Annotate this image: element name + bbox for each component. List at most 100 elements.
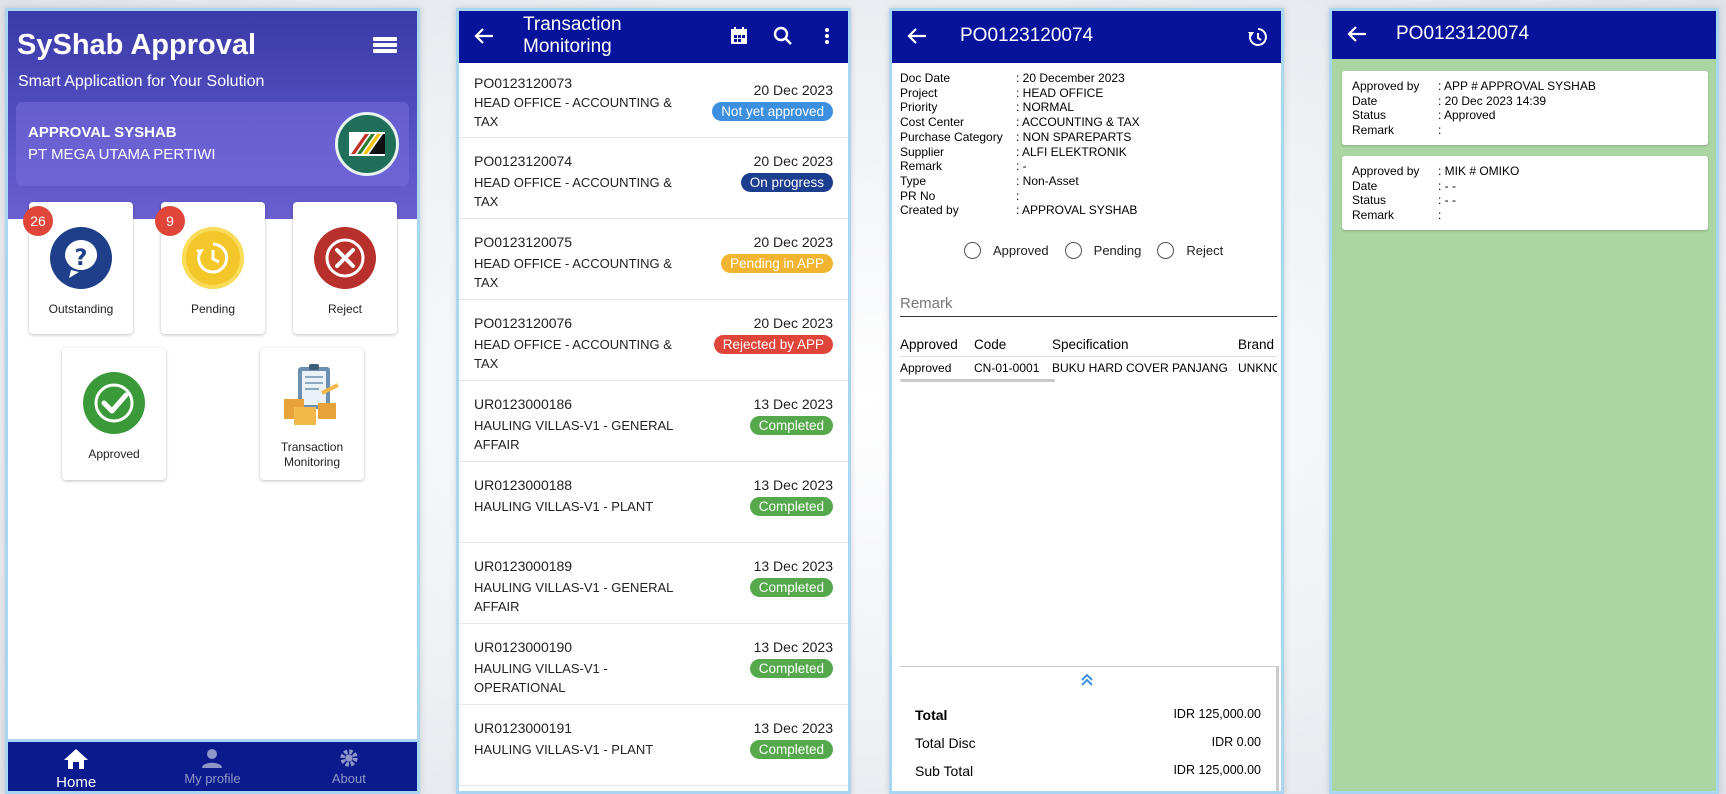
history-key: Status [1352, 193, 1387, 208]
list-menu-icon[interactable] [373, 37, 397, 57]
tile-approved[interactable]: Approved [62, 348, 166, 480]
field-value: : ACCOUNTING & TAX [1016, 115, 1140, 130]
transaction-row[interactable]: UR0123000190 HAULING VILLAS-V1 - OPERATIO… [459, 625, 848, 705]
double-chevron-up-icon[interactable] [1080, 673, 1094, 687]
transaction-row[interactable]: PO0123120073 HEAD OFFICE - ACCOUNTING & T… [459, 58, 848, 138]
person-icon [202, 749, 223, 768]
nav-home[interactable]: Home [8, 742, 144, 791]
cell-spec: BUKU HARD COVER PANJANG [1052, 361, 1228, 375]
transaction-date: 13 Dec 2023 [753, 396, 833, 412]
tile-reject[interactable]: Reject [293, 202, 397, 334]
detail-field: Supplier: ALFI ELEKTRONIK [900, 145, 1127, 160]
total-row: Sub Total IDR 125,000.00 [915, 763, 1261, 779]
transaction-row[interactable]: UR0123000189 HAULING VILLAS-V1 - GENERAL … [459, 544, 848, 624]
status-badge: Completed [749, 578, 833, 597]
history-line: Date: - - [1352, 179, 1698, 194]
nav-my-profile[interactable]: My profile [144, 742, 280, 791]
transaction-description: HEAD OFFICE - ACCOUNTING & TAX [474, 95, 672, 129]
field-key: Type [900, 173, 927, 188]
tile-label: Approved [88, 447, 140, 461]
transaction-number: PO0123120074 [474, 153, 573, 169]
history-value: : - - [1438, 193, 1456, 208]
detail-title: PO0123120074 [960, 25, 1094, 46]
tile-outstanding[interactable]: 26 ? Outstanding [23, 202, 133, 334]
back-arrow-icon[interactable] [906, 25, 928, 47]
field-key: Created by [900, 203, 959, 218]
horizontal-scrollbar[interactable] [900, 379, 1055, 382]
history-key: Approved by [1352, 164, 1420, 178]
total-row: Total Disc IDR 0.00 [915, 735, 1261, 751]
detail-field: Doc Date: 20 December 2023 [900, 71, 1125, 86]
radio-label: Pending [1093, 243, 1142, 258]
check-circle-icon [83, 372, 145, 434]
radio-pending[interactable]: Pending [1064, 242, 1142, 259]
transaction-row[interactable]: PO0123120074 HEAD OFFICE - ACCOUNTING & T… [459, 139, 848, 219]
total-value: IDR 125,000.00 [1173, 763, 1261, 777]
company-logo-icon [335, 112, 399, 176]
history-value: : MIK # OMIKO [1438, 164, 1520, 178]
transaction-date: 13 Dec 2023 [753, 477, 833, 493]
transaction-row[interactable]: UR0123000191 HAULING VILLAS-V1 - PLANT 13 … [459, 706, 848, 786]
transaction-monitoring-screen: PO0123120073 HEAD OFFICE - ACCOUNTING & T… [456, 8, 851, 794]
status-badge: On progress [740, 173, 833, 192]
transaction-row[interactable]: UR0123000188 HAULING VILLAS-V1 - PLANT 13 … [459, 463, 848, 543]
tile-label: Outstanding [48, 302, 114, 316]
transaction-row[interactable]: PO0123120076 HEAD OFFICE - ACCOUNTING & T… [459, 301, 848, 381]
history-line: Approved by: APP # APPROVAL SYSHAB [1352, 79, 1698, 94]
more-vert-icon[interactable] [817, 26, 837, 46]
history-line: Date: 20 Dec 2023 14:39 [1352, 94, 1698, 109]
company-card: APPROVAL SYSHAB PT MEGA UTAMA PERTIWI [16, 102, 409, 186]
history-card: Approved by: APP # APPROVAL SYSHAB Date: … [1342, 71, 1708, 146]
transaction-date: 20 Dec 2023 [753, 315, 833, 331]
total-value: IDR 125,000.00 [1173, 707, 1261, 721]
radio-reject[interactable]: Reject [1157, 242, 1223, 259]
radio-circle[interactable] [1157, 242, 1175, 259]
field-value: : 20 December 2023 [1016, 71, 1125, 85]
status-badge: Rejected by APP [713, 335, 833, 354]
history-key: Approved by [1352, 79, 1420, 93]
nav-home-label: Home [56, 774, 97, 791]
status-badge: Completed [749, 740, 833, 759]
field-key: Project [900, 85, 938, 100]
field-value: : [1016, 188, 1020, 203]
radio-approved[interactable]: Approved [964, 242, 1049, 259]
transaction-row[interactable]: PO0123120075 HEAD OFFICE - ACCOUNTING & T… [459, 220, 848, 300]
history-line: Remark: [1352, 123, 1698, 138]
po-detail-screen: PO0123120074 Doc Date: 20 December 2023 P… [889, 8, 1284, 794]
item-table[interactable]: Approved Code Specification Brand Approv… [900, 335, 1277, 383]
transaction-description: HAULING VILLAS-V1 - PLANT [474, 742, 654, 757]
svg-text:?: ? [75, 246, 88, 271]
field-key: Supplier [900, 144, 945, 159]
status-badge: Completed [749, 416, 833, 435]
radio-label: Reject [1186, 243, 1224, 258]
field-value: : - [1016, 159, 1027, 174]
transaction-date: 20 Dec 2023 [753, 234, 833, 250]
calendar-icon[interactable] [729, 26, 749, 46]
outstanding-badge: 26 [23, 206, 53, 236]
field-value: : NORMAL [1016, 100, 1075, 115]
field-value: : APPROVAL SYSHAB [1016, 203, 1138, 218]
radio-circle[interactable] [1064, 242, 1082, 259]
field-value: : Non-Asset [1016, 173, 1079, 188]
back-arrow-icon[interactable] [1346, 23, 1368, 45]
history-line: Status : - - [1352, 193, 1698, 208]
transaction-number: UR0123000190 [474, 639, 573, 655]
transaction-date: 13 Dec 2023 [753, 639, 833, 655]
transaction-number: UR0123000186 [474, 396, 573, 412]
gear-icon [340, 749, 358, 767]
transaction-row[interactable]: UR0123000186 HAULING VILLAS-V1 - GENERAL … [459, 382, 848, 462]
detail-field: Purchase Category: NON SPAREPARTS [900, 130, 1131, 145]
back-arrow-icon[interactable] [473, 25, 495, 47]
search-icon[interactable] [773, 26, 793, 46]
history-key: Status [1352, 108, 1387, 123]
remark-input[interactable] [900, 283, 1277, 317]
history-icon[interactable] [1247, 26, 1269, 48]
tile-transaction-monitoring[interactable]: Transaction Monitoring [260, 348, 364, 480]
history-line: Approved by : MIK # OMIKO [1352, 164, 1698, 179]
radio-circle[interactable] [964, 242, 981, 259]
history-line: Remark: [1352, 208, 1698, 223]
nav-about[interactable]: About [281, 742, 417, 791]
transaction-date: 13 Dec 2023 [753, 720, 833, 736]
tile-pending[interactable]: 9 Pending [155, 202, 265, 334]
history-value: : Approved [1438, 108, 1496, 123]
